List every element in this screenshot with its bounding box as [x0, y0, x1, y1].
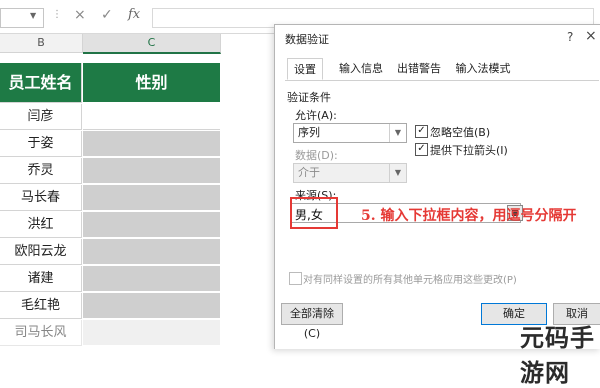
name-cell[interactable]: 诸建: [0, 266, 82, 292]
table-row: 欧阳云龙: [0, 239, 220, 265]
dialog-title: 数据验证: [285, 33, 329, 46]
allow-select-value: 序列: [298, 126, 320, 139]
name-cell[interactable]: 马长春: [0, 185, 82, 211]
data-select-value: 介于: [298, 166, 320, 179]
name-cell[interactable]: 司马长风: [0, 320, 82, 346]
table-row: 马长春: [0, 185, 220, 211]
close-icon[interactable]: ×: [585, 28, 597, 44]
name-cell[interactable]: 于姿: [0, 131, 82, 157]
gender-cell[interactable]: [83, 185, 220, 211]
data-validation-dialog: 数据验证 ? × 设置 输入信息 出错警告 输入法模式 验证条件 允许(A): …: [274, 24, 600, 349]
check-icon[interactable]: ✓: [101, 7, 113, 23]
tab-bar: 设置 输入信息 出错警告 输入法模式: [285, 58, 599, 81]
allow-select[interactable]: 序列 ▼: [293, 123, 407, 143]
name-cell[interactable]: 毛红艳: [0, 293, 82, 319]
help-icon[interactable]: ?: [567, 30, 573, 44]
data-select[interactable]: 介于 ▼: [293, 163, 407, 183]
cancel-icon[interactable]: ×: [74, 7, 86, 23]
watermark: 元码手游网: [520, 324, 595, 387]
name-cell[interactable]: 闫彦: [0, 104, 82, 130]
tab-ime-mode[interactable]: 输入法模式: [451, 58, 515, 79]
table-header-row: 员工姓名 性别: [0, 63, 220, 103]
ignore-blank-checkbox[interactable]: ✓: [415, 125, 428, 138]
tab-input-message[interactable]: 输入信息: [335, 58, 387, 79]
chevron-down-icon[interactable]: ▼: [389, 164, 406, 182]
header-cell-gender[interactable]: 性别: [83, 63, 220, 103]
table-row: 于姿: [0, 131, 220, 157]
gender-cell[interactable]: [83, 239, 220, 265]
data-label: 数据(D):: [295, 149, 338, 162]
ignore-blank-label: 忽略空值(B): [430, 126, 491, 139]
gender-cell[interactable]: [83, 212, 220, 238]
name-cell[interactable]: 欧阳云龙: [0, 239, 82, 265]
clear-all-button[interactable]: 全部清除(C): [281, 303, 343, 340]
table-row: 毛红艳: [0, 293, 220, 319]
annotation-text: 5. 输入下拉框内容，用逗号分隔开: [361, 208, 577, 224]
gender-cell[interactable]: [83, 266, 220, 292]
tab-error-alert[interactable]: 出错警告: [393, 58, 445, 79]
gender-cell[interactable]: [83, 131, 220, 157]
name-box[interactable]: [0, 8, 44, 28]
column-header-b[interactable]: B: [0, 34, 83, 53]
fx-icon[interactable]: fx: [128, 7, 140, 22]
table-row: 诸建: [0, 266, 220, 292]
gender-cell[interactable]: [83, 104, 220, 130]
dropdown-arrow-label: 提供下拉箭头(I): [430, 144, 508, 157]
tab-settings[interactable]: 设置: [287, 58, 323, 80]
table-row: 司马长风: [0, 320, 220, 346]
chevron-down-icon[interactable]: ▼: [389, 124, 406, 142]
section-title: 验证条件: [287, 91, 331, 104]
column-header-c[interactable]: C: [83, 34, 221, 54]
chevron-down-icon[interactable]: ▼: [30, 11, 36, 20]
drag-handle-icon[interactable]: ⋮: [52, 9, 63, 20]
name-cell[interactable]: 乔灵: [0, 158, 82, 184]
name-cell[interactable]: 洪红: [0, 212, 82, 238]
apply-all-label: 对有同样设置的所有其他单元格应用这些更改(P): [303, 275, 517, 286]
gender-cell[interactable]: [83, 320, 220, 346]
table-row: 洪红: [0, 212, 220, 238]
apply-all-checkbox[interactable]: [289, 272, 302, 285]
table-row: 闫彦: [0, 104, 220, 130]
gender-cell[interactable]: [83, 293, 220, 319]
highlight-box: [290, 197, 338, 229]
gender-cell[interactable]: [83, 158, 220, 184]
table-row: 乔灵: [0, 158, 220, 184]
header-cell-name[interactable]: 员工姓名: [0, 63, 82, 103]
allow-label: 允许(A):: [295, 109, 337, 122]
dropdown-arrow-checkbox[interactable]: ✓: [415, 143, 428, 156]
